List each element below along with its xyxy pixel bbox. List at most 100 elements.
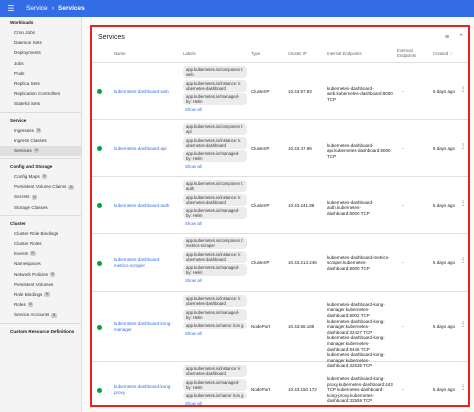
sidebar-item-label: Namespaces	[14, 261, 41, 267]
sidebar-item-label: Stateful Sets	[14, 101, 41, 107]
service-name-link[interactable]: kubernetes-dashboard-metrics-scraper	[114, 257, 176, 268]
sidebar-item-replication-controllers[interactable]: Replication Controllers	[0, 89, 81, 99]
show-all-link[interactable]: Show all	[183, 278, 247, 284]
sidebar-item-label: Config Maps	[14, 174, 40, 180]
namespaced-badge: N	[51, 312, 57, 318]
external-endpoints: -	[402, 145, 404, 151]
sidebar-item-role-bindings[interactable]: Role Bindings N	[0, 290, 81, 300]
sidebar-item-label: Service Accounts	[14, 312, 50, 318]
show-all-link[interactable]: Show all	[183, 107, 247, 113]
more-vert-icon[interactable]: ⋮	[460, 144, 466, 151]
service-name-link[interactable]: kubernetes-dashboard-web	[114, 89, 176, 95]
sidebar-item-deployments[interactable]: Deployments	[0, 48, 81, 58]
table-row[interactable]: kubernetes-dashboard-metrics-scraper app.…	[92, 234, 468, 292]
service-name-link[interactable]: kubernetes-dashboard-kong-manager	[114, 321, 176, 332]
sidebar-item-label: Ingress Classes	[14, 137, 47, 143]
labels-cell: app.kubernetes.io/componen t: web app.kub…	[183, 66, 247, 112]
col-name[interactable]: Name	[114, 51, 125, 56]
sidebar-section-custom-resource-definitions[interactable]: Custom Resource Definitions	[0, 326, 81, 337]
show-all-link[interactable]: Show all	[183, 401, 247, 406]
col-created[interactable]: Created	[433, 51, 448, 56]
table-row[interactable]: kubernetes-dashboard-api app.kubernetes.i…	[92, 120, 468, 177]
service-type: ClusterIP	[251, 145, 270, 151]
sidebar-item-label: Deployments	[14, 50, 41, 56]
sidebar-item-label: Roles	[14, 302, 26, 308]
service-name-link[interactable]: kubernetes-dashboard-auth	[114, 203, 176, 209]
sidebar-item-config-maps[interactable]: Config Maps N	[0, 172, 81, 182]
show-all-link[interactable]: Show all	[183, 164, 247, 170]
more-vert-icon[interactable]: ⋮	[460, 322, 466, 329]
label-chip: app.kubernetes.io/name: kon g	[183, 322, 247, 329]
sidebar-section-config-and-storage[interactable]: Config and Storage	[0, 161, 81, 172]
sidebar-item-services[interactable]: Services N	[0, 145, 81, 157]
sidebar-item-replica-sets[interactable]: Replica Sets	[0, 79, 81, 89]
labels-cell: app.kubernetes.io/componen t: auth app.ku…	[183, 180, 247, 226]
arrow-up-icon[interactable]: ↑	[450, 51, 452, 56]
filter-icon[interactable]: ≡	[440, 34, 454, 41]
sidebar-item-storage-classes[interactable]: Storage Classes	[0, 203, 81, 213]
status-ok-icon	[97, 89, 102, 94]
more-vert-icon[interactable]: ⋮	[460, 87, 466, 94]
created-age: 5 days ago	[433, 260, 456, 266]
table-row[interactable]: kubernetes-dashboard-kong-proxy app.kuber…	[92, 362, 468, 406]
external-endpoints: -	[402, 260, 404, 266]
sidebar-item-cluster-role-bindings[interactable]: Cluster Role Bindings	[0, 229, 81, 239]
menu-icon[interactable]: ☰	[0, 4, 22, 13]
cluster-ip: 10.43.47.98	[288, 145, 312, 151]
sidebar-item-pods[interactable]: Pods	[0, 69, 81, 79]
show-all-link[interactable]: Show all	[183, 331, 247, 337]
table-row[interactable]: kubernetes-dashboard-web app.kubernetes.i…	[92, 63, 468, 120]
sidebar-item-label: Jobs	[14, 60, 24, 66]
sidebar-item-cluster-roles[interactable]: Cluster Roles	[0, 239, 81, 249]
label-chip: app.kubernetes.io/name: kon g	[183, 392, 247, 399]
table-row[interactable]: kubernetes-dashboard-kong-manager app.kub…	[92, 292, 468, 368]
service-name-link[interactable]: kubernetes-dashboard-kong-proxy	[114, 384, 176, 395]
more-vert-icon[interactable]: ⋮	[460, 201, 466, 208]
sidebar-item-network-policies[interactable]: Network Policies N	[0, 270, 81, 280]
service-type: ClusterIP	[251, 88, 270, 94]
sidebar-item-daemon-sets[interactable]: Daemon Sets	[0, 38, 81, 48]
sidebar-section-cluster[interactable]: Cluster	[0, 218, 81, 229]
status-ok-icon	[97, 203, 102, 208]
internal-endpoints: kubernetes-dashboard-auth.kubernetes-das…	[327, 199, 374, 217]
sidebar-section-service[interactable]: Service	[0, 115, 81, 126]
label-chip: app.kubernetes.io/componen t: metrics-sc…	[183, 237, 247, 249]
sidebar-section-workloads[interactable]: Workloads	[0, 17, 81, 28]
sidebar-item-service-accounts[interactable]: Service Accounts N	[0, 310, 81, 320]
more-vert-icon[interactable]: ⋮	[460, 258, 466, 265]
external-endpoints: -	[402, 324, 404, 330]
sidebar-item-roles[interactable]: Roles N	[0, 300, 81, 310]
col-labels: Labels	[183, 51, 196, 56]
sidebar-item-namespaces[interactable]: Namespaces	[0, 259, 81, 269]
sidebar-item-jobs[interactable]: Jobs	[0, 59, 81, 69]
sidebar-item-stateful-sets[interactable]: Stateful Sets	[0, 99, 81, 109]
cluster-ip: 10.43.66.185	[288, 324, 315, 330]
sidebar-item-label: Daemon Sets	[14, 40, 42, 46]
col-cluster-ip[interactable]: Cluster IP	[288, 51, 307, 56]
service-type: NodePort	[251, 324, 271, 330]
sidebar-item-label: Cluster Role Bindings	[14, 230, 59, 236]
namespaced-badge: N	[49, 271, 56, 277]
service-name-link[interactable]: kubernetes-dashboard-api	[114, 146, 176, 152]
sidebar-item-persistent-volume-claims[interactable]: Persistent Volume Claims N	[0, 182, 81, 192]
more-vert-icon[interactable]: ⋮	[460, 385, 466, 392]
sidebar-item-cron-jobs[interactable]: Cron Jobs	[0, 28, 81, 38]
cluster-ip: 10.43.241.88	[288, 202, 315, 208]
col-type[interactable]: Type	[251, 51, 260, 56]
label-chip: app.kubernetes.io/instance: k ubernetes-…	[183, 365, 247, 377]
labels-cell: app.kubernetes.io/componen t: api app.kub…	[183, 123, 247, 169]
show-all-link[interactable]: Show all	[183, 221, 247, 227]
sidebar-item-ingresses[interactable]: Ingresses N	[0, 126, 81, 136]
sidebar-item-ingress-classes[interactable]: Ingress Classes	[0, 136, 81, 146]
created-age: 5 days ago	[433, 324, 456, 330]
table-row[interactable]: kubernetes-dashboard-auth app.kubernetes.…	[92, 177, 468, 234]
col-internal-endpoints: Internal Endpoints	[327, 51, 362, 56]
sidebar-item-persistent-volumes[interactable]: Persistent Volumes	[0, 280, 81, 290]
chevron-up-icon[interactable]: ⌃	[454, 33, 468, 41]
sidebar-item-label: Network Policies	[14, 271, 48, 277]
label-chip: app.kubernetes.io/componen t: web	[183, 66, 247, 78]
label-chip: app.kubernetes.io/managed-by: Helm	[183, 150, 247, 162]
sidebar-item-events[interactable]: Events N	[0, 249, 81, 259]
sidebar-item-secrets[interactable]: Secrets N	[0, 192, 81, 202]
breadcrumb-service[interactable]: Service	[26, 5, 48, 12]
